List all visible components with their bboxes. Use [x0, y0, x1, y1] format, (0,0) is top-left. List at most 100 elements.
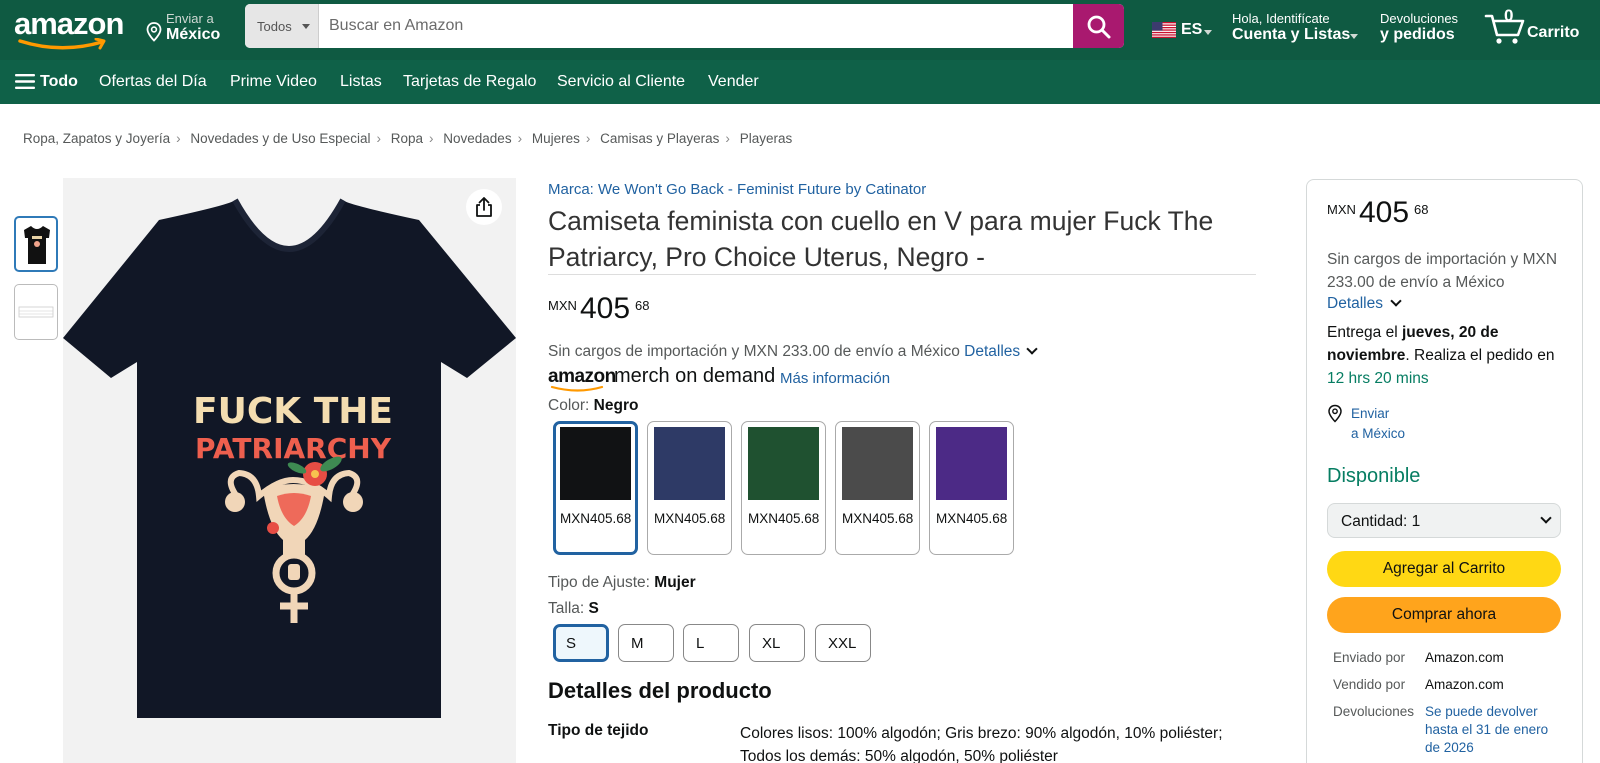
fit-label: Tipo de Ajuste:	[548, 574, 650, 591]
breadcrumb-item[interactable]: Mujeres	[532, 131, 580, 146]
deliver-to-link[interactable]: Enviar a México	[1327, 404, 1447, 448]
breadcrumb-item[interactable]: Ropa	[391, 131, 423, 146]
logo-text: amazon	[14, 6, 124, 41]
shipping-info: Sin cargos de importación y MXN 233.00 d…	[548, 343, 1038, 361]
buy-now-button[interactable]: Comprar ahora	[1327, 597, 1561, 633]
size-option-m[interactable]: M	[618, 624, 674, 662]
orders-label: y pedidos	[1380, 26, 1455, 43]
search-button[interactable]	[1073, 4, 1124, 48]
breadcrumb-separator: ›	[429, 131, 434, 146]
nav-item-deals[interactable]: Ofertas del Día	[99, 73, 207, 91]
chevron-down-icon[interactable]	[1026, 343, 1038, 355]
chevron-down-icon	[1350, 34, 1358, 39]
breadcrumb-item[interactable]: Ropa, Zapatos y Joyería	[23, 131, 170, 146]
size-option-l[interactable]: L	[683, 624, 739, 662]
main-product-image[interactable]: FUCK THE PATRIARCHY	[63, 178, 516, 763]
search-input[interactable]	[319, 4, 1069, 48]
price-fraction: 68	[635, 298, 650, 313]
color-swatch-price: MXN405.68	[842, 511, 914, 526]
smile-icon	[550, 385, 604, 392]
account-and-lists[interactable]: Hola, Identifícate Cuenta y Listas	[1232, 10, 1362, 50]
divider	[548, 274, 1256, 275]
selected-fit: Mujer	[654, 574, 696, 591]
size-option-xl[interactable]: XL	[749, 624, 805, 662]
breadcrumb-separator: ›	[517, 131, 523, 146]
search-bar: Todos	[245, 4, 1124, 48]
size-option-s[interactable]: S	[553, 624, 609, 662]
color-swatch[interactable]: MXN405.68	[553, 421, 638, 555]
details-link-label: Detalles	[1327, 295, 1383, 312]
deliver-country: México	[166, 26, 221, 43]
size-option-xxl[interactable]: XXL	[815, 624, 871, 662]
sold-by-value: Amazon.com	[1425, 677, 1504, 692]
thumbnail-product-front[interactable]	[14, 216, 58, 272]
color-swatch-price: MXN405.68	[748, 511, 820, 526]
nav-item-customer-service[interactable]: Servicio al Cliente	[557, 73, 685, 91]
deliver-to-location[interactable]: Enviar a México	[146, 10, 226, 50]
thumbnail-size-chart[interactable]	[14, 284, 58, 340]
breadcrumb-item[interactable]: Novedades	[443, 131, 511, 146]
account-greeting: Hola, Identifícate	[1232, 11, 1330, 26]
quantity-select[interactable]: Cantidad: 1	[1327, 503, 1561, 538]
color-swatch-price: MXN405.68	[560, 511, 632, 526]
nav-item-gift-cards[interactable]: Tarjetas de Regalo	[403, 73, 536, 91]
shipping-text: Sin cargos de importación y MXN 233.00 d…	[548, 343, 960, 360]
add-to-cart-button[interactable]: Agregar al Carrito	[1327, 551, 1561, 587]
color-swatch[interactable]: MXN405.68	[647, 421, 732, 555]
search-category-dropdown[interactable]: Todos	[245, 4, 319, 48]
merch-label: merch on demand	[614, 365, 776, 387]
smile-icon	[18, 38, 106, 50]
tshirt-image: FUCK THE PATRIARCHY	[63, 198, 516, 718]
nav-item-lists[interactable]: Listas	[340, 73, 382, 91]
language-code: ES	[1181, 21, 1203, 38]
deliver-to-text: Enviar a México	[1351, 404, 1405, 444]
color-swatch[interactable]: MXN405.68	[929, 421, 1014, 555]
color-label: Color:	[548, 397, 590, 414]
buybox-details-link[interactable]: Detalles	[1327, 295, 1402, 313]
quantity-value: 1	[1411, 513, 1421, 530]
breadcrumb: Ropa, Zapatos y Joyería › Novedades y de …	[23, 131, 792, 146]
cart-button[interactable]: 0 Carrito	[1482, 6, 1592, 52]
returns-policy-link[interactable]: Se puede devolver hasta el 31 de enero d…	[1425, 703, 1565, 757]
buybox-shipping-text: Sin cargos de importación y MXN 233.00 d…	[1327, 251, 1558, 291]
chevron-down-icon	[302, 24, 310, 29]
size-chart-thumbnail-image	[18, 306, 54, 318]
availability-status: Disponible	[1327, 465, 1421, 487]
breadcrumb-item[interactable]: Camisas y Playeras	[600, 131, 719, 146]
secondary-navigation: Todo Ofertas del Día Prime Video Listas …	[0, 60, 1600, 104]
location-pin-icon	[146, 22, 162, 42]
chevron-down-icon	[1204, 30, 1212, 35]
fabric-type-value: Colores lisos: 100% algodón; Gris brezo:…	[740, 725, 1223, 763]
deliver-to-line2: a México	[1351, 426, 1406, 441]
amazon-logo[interactable]: amazon	[14, 6, 126, 52]
nav-item-prime-video[interactable]: Prime Video	[230, 73, 317, 91]
breadcrumb-separator: ›	[176, 131, 181, 146]
color-swatch[interactable]: MXN405.68	[835, 421, 920, 555]
shipping-details-link[interactable]: Detalles	[964, 343, 1020, 360]
us-flag-icon	[1152, 22, 1176, 38]
breadcrumb-item[interactable]: Novedades y de Uso Especial	[190, 131, 370, 146]
price-whole: 405	[580, 292, 631, 325]
share-button[interactable]	[466, 189, 502, 225]
language-selector[interactable]: ES	[1152, 18, 1214, 44]
shipped-by-label: Enviado por	[1333, 650, 1406, 665]
fabric-type-label: Tipo de tejido	[548, 722, 649, 739]
returns-and-orders[interactable]: Devoluciones y pedidos	[1380, 10, 1470, 50]
more-info-link[interactable]: Más información	[780, 370, 890, 387]
nav-item-sell[interactable]: Vender	[708, 73, 759, 91]
price-fraction: 68	[1414, 202, 1429, 217]
shipped-by-value: Amazon.com	[1425, 650, 1504, 665]
color-swatch-price: MXN405.68	[936, 511, 1008, 526]
top-navigation-bar: amazon Enviar a México Todos Buscar en A…	[0, 0, 1600, 60]
delivery-mid: . Realiza el pedido en	[1405, 347, 1555, 364]
color-swatch[interactable]: MXN405.68	[741, 421, 826, 555]
color-swatch-image	[654, 427, 725, 500]
cart-label: Carrito	[1527, 24, 1580, 41]
size-selection-label: Talla: S	[548, 600, 599, 618]
hamburger-menu-icon	[15, 74, 35, 89]
brand-link[interactable]: Marca: We Won't Go Back - Feminist Futur…	[548, 181, 926, 198]
account-label: Cuenta y Listas	[1232, 26, 1351, 43]
breadcrumb-item[interactable]: Playeras	[740, 131, 793, 146]
price-currency: MXN	[1327, 202, 1356, 217]
selected-color: Negro	[593, 397, 639, 414]
